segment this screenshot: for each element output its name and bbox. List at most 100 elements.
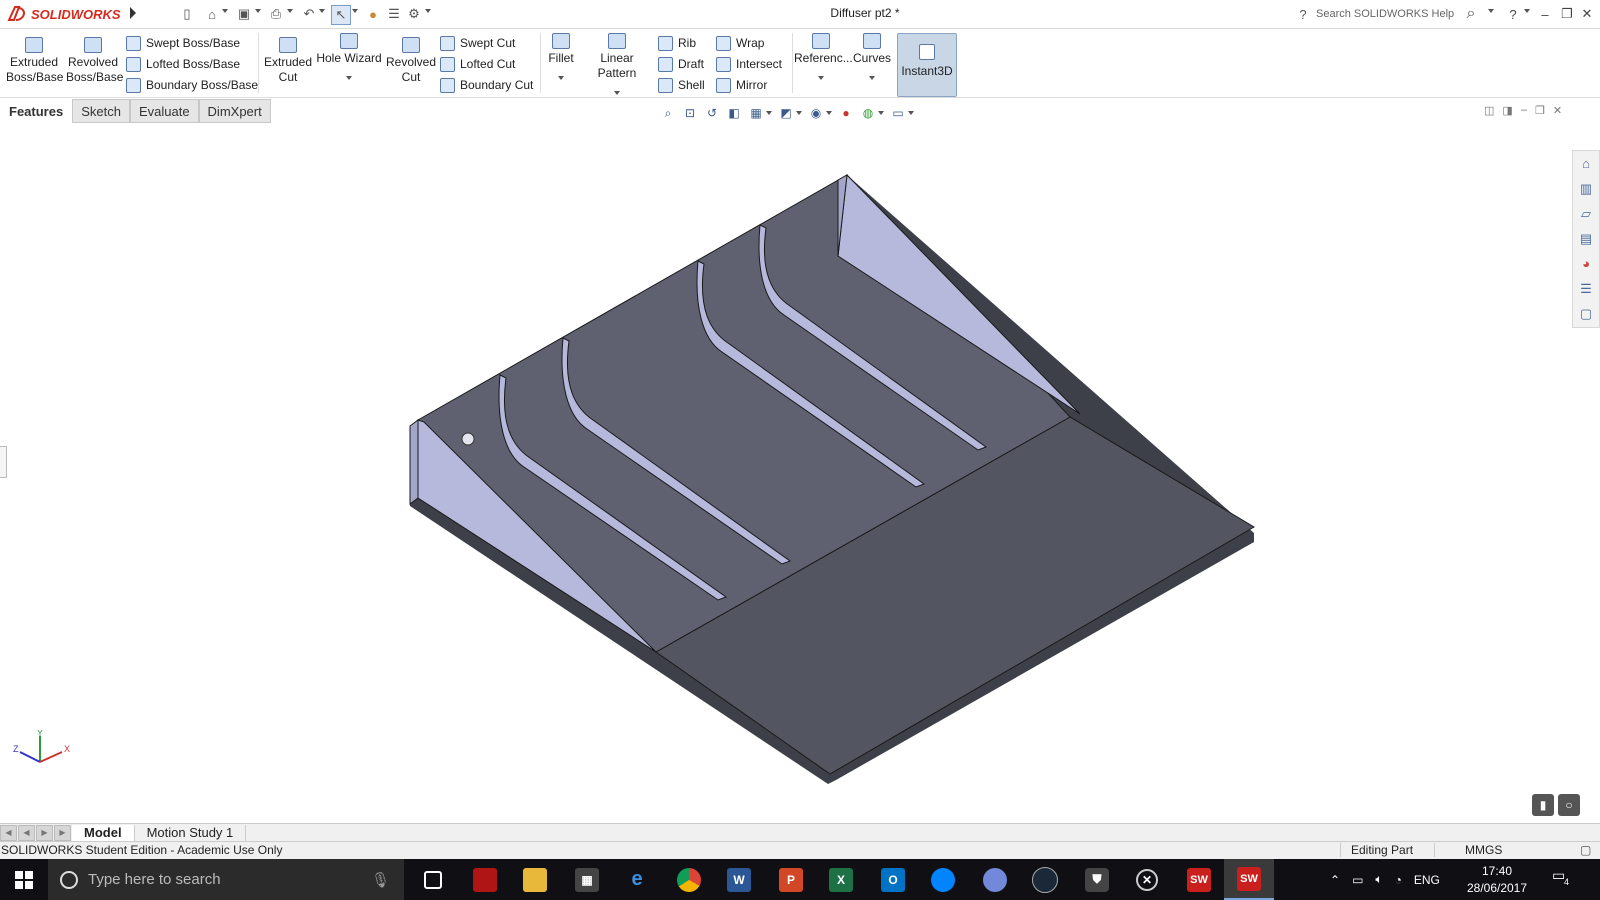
revolved-cut-button[interactable]: Revolved Cut bbox=[386, 37, 436, 85]
curves-dropdown-icon[interactable] bbox=[869, 76, 875, 80]
first-tab-icon[interactable]: ◀ bbox=[0, 824, 17, 841]
intersect-button[interactable]: Intersect bbox=[716, 55, 782, 73]
wrap-button[interactable]: Wrap bbox=[716, 34, 782, 52]
help-search-input[interactable]: Search SOLIDWORKS Help bbox=[1312, 4, 1456, 24]
linear-pattern-button[interactable]: Linear Pattern bbox=[580, 33, 654, 95]
excel-icon[interactable]: X bbox=[816, 859, 866, 900]
apply-scene-icon[interactable]: ◍ bbox=[860, 105, 876, 121]
steam-icon[interactable] bbox=[1020, 859, 1070, 900]
save-dropdown-icon[interactable] bbox=[255, 9, 261, 13]
swept-cut-button[interactable]: Swept Cut bbox=[440, 34, 533, 52]
help-circle-icon[interactable]: ? bbox=[1294, 5, 1312, 23]
search-dropdown-icon[interactable] bbox=[1488, 9, 1494, 13]
apply-scene-dropdown-icon[interactable] bbox=[878, 111, 884, 115]
wifi-icon[interactable]: ◔ bbox=[1395, 873, 1402, 887]
open-icon[interactable]: ⌂ bbox=[203, 5, 221, 23]
hide-show-dropdown-icon[interactable] bbox=[826, 111, 832, 115]
display-style-icon[interactable]: ◩ bbox=[778, 105, 794, 121]
word-icon[interactable]: W bbox=[714, 859, 764, 900]
linear-pattern-dropdown-icon[interactable] bbox=[614, 91, 620, 95]
save-icon[interactable]: ▣ bbox=[235, 5, 253, 23]
prev-tab-icon[interactable]: ◀ bbox=[18, 824, 35, 841]
rotate-icon[interactable]: ○ bbox=[1558, 794, 1580, 816]
help-dropdown-icon[interactable] bbox=[1524, 9, 1530, 13]
select-dropdown-icon[interactable] bbox=[352, 9, 358, 13]
acrobat-icon[interactable] bbox=[460, 859, 510, 900]
next-tab-icon[interactable]: ▶ bbox=[36, 824, 53, 841]
forum-icon[interactable]: ▢ bbox=[1573, 301, 1599, 326]
doc-restore-icon[interactable]: ❐ bbox=[1535, 104, 1545, 117]
instant3d-button[interactable]: Instant3D bbox=[897, 33, 957, 97]
solidworks-logo[interactable]: SOLIDWORKS bbox=[6, 2, 121, 26]
doc-minimize-icon[interactable]: – bbox=[1521, 104, 1527, 117]
reference-geometry-button[interactable]: Referenc... bbox=[794, 33, 853, 80]
minimize-icon[interactable]: – bbox=[1536, 5, 1554, 23]
draft-button[interactable]: Draft bbox=[658, 55, 705, 73]
status-comment-icon[interactable]: ▢ bbox=[1580, 843, 1591, 857]
hole-wizard-dropdown-icon[interactable] bbox=[346, 76, 352, 80]
tab-model[interactable]: Model bbox=[72, 824, 135, 841]
options-dropdown-icon[interactable] bbox=[425, 9, 431, 13]
help-icon[interactable]: ? bbox=[1504, 5, 1522, 23]
clock[interactable]: 17:40 28/06/2017 bbox=[1462, 863, 1532, 897]
hide-show-items-icon[interactable]: ◉ bbox=[808, 105, 824, 121]
collapse-panel-icon[interactable]: ◫ bbox=[1484, 104, 1494, 117]
action-center-icon[interactable]: ▭ 4 bbox=[1552, 867, 1576, 891]
graphics-area[interactable] bbox=[0, 124, 1600, 824]
search-icon[interactable]: ⌕ bbox=[1462, 5, 1480, 23]
display-style-dropdown-icon[interactable] bbox=[796, 111, 802, 115]
solidworks-2016-active-icon[interactable]: SW bbox=[1224, 859, 1274, 900]
battery-icon[interactable]: ▭ bbox=[1352, 873, 1363, 887]
view-settings-dropdown-icon[interactable] bbox=[908, 111, 914, 115]
edge-icon[interactable]: e bbox=[612, 859, 662, 900]
print-dropdown-icon[interactable] bbox=[287, 9, 293, 13]
new-document-icon[interactable]: ▯ bbox=[178, 5, 196, 23]
revolved-boss-button[interactable]: Revolved Boss/Base bbox=[66, 37, 123, 85]
undo-dropdown-icon[interactable] bbox=[319, 9, 325, 13]
tab-sketch[interactable]: Sketch bbox=[72, 99, 130, 123]
rebuild-icon[interactable]: ● bbox=[364, 5, 382, 23]
solidworks-resources-icon[interactable]: ⌂ bbox=[1573, 151, 1599, 176]
options-gear-icon[interactable]: ⚙ bbox=[405, 5, 423, 23]
units-selector[interactable]: MMGS bbox=[1434, 843, 1545, 857]
rib-button[interactable]: Rib bbox=[658, 34, 705, 52]
extruded-cut-button[interactable]: Extruded Cut bbox=[262, 37, 314, 85]
messenger-icon[interactable] bbox=[918, 859, 968, 900]
previous-view-icon[interactable]: ↺ bbox=[704, 105, 720, 121]
print-icon[interactable]: ⎙ bbox=[267, 5, 285, 23]
fillet-dropdown-icon[interactable] bbox=[558, 76, 564, 80]
chrome-icon[interactable] bbox=[664, 859, 714, 900]
extruded-boss-button[interactable]: Extruded Boss/Base bbox=[6, 37, 63, 85]
doc-close-icon[interactable]: ✕ bbox=[1553, 104, 1562, 117]
solidworks-2016-icon[interactable]: SW bbox=[1174, 859, 1224, 900]
mirror-button[interactable]: Mirror bbox=[716, 76, 782, 94]
last-tab-icon[interactable]: ▶ bbox=[54, 824, 71, 841]
calculator-icon[interactable]: ▦ bbox=[562, 859, 612, 900]
world-of-tanks-icon[interactable]: ⛊ bbox=[1072, 859, 1122, 900]
boundary-boss-button[interactable]: Boundary Boss/Base bbox=[126, 76, 258, 94]
restore-icon[interactable]: ❐ bbox=[1558, 5, 1576, 23]
diffuser-part-model[interactable] bbox=[0, 124, 1600, 824]
microphone-icon[interactable]: ▮ bbox=[1532, 794, 1554, 816]
reference-dropdown-icon[interactable] bbox=[818, 76, 824, 80]
volume-icon[interactable]: 🔈︎ bbox=[1375, 872, 1382, 887]
section-view-icon[interactable]: ◧ bbox=[726, 105, 742, 121]
view-settings-icon[interactable]: ▭ bbox=[890, 105, 906, 121]
powerpoint-icon[interactable]: P bbox=[766, 859, 816, 900]
appearances-icon[interactable]: ◕ bbox=[1573, 251, 1599, 276]
open-dropdown-icon[interactable] bbox=[222, 9, 228, 13]
shell-button[interactable]: Shell bbox=[658, 76, 705, 94]
file-explorer-icon[interactable]: ▱ bbox=[1573, 201, 1599, 226]
design-library-icon[interactable]: ▥ bbox=[1573, 176, 1599, 201]
boundary-cut-button[interactable]: Boundary Cut bbox=[440, 76, 533, 94]
zoom-to-area-icon[interactable]: ⊡ bbox=[682, 105, 698, 121]
view-orientation-icon[interactable]: ▦ bbox=[748, 105, 764, 121]
expand-panel-icon[interactable]: ◨ bbox=[1502, 104, 1512, 117]
tab-dimxpert[interactable]: DimXpert bbox=[198, 99, 271, 123]
xbox-icon[interactable]: ✕ bbox=[1122, 859, 1172, 900]
hole-wizard-button[interactable]: Hole Wizard bbox=[316, 33, 382, 80]
show-hidden-icons[interactable]: ⌃ bbox=[1330, 873, 1340, 887]
swept-boss-button[interactable]: Swept Boss/Base bbox=[126, 34, 258, 52]
start-button[interactable] bbox=[0, 859, 48, 900]
undo-icon[interactable]: ↶ bbox=[300, 5, 318, 23]
